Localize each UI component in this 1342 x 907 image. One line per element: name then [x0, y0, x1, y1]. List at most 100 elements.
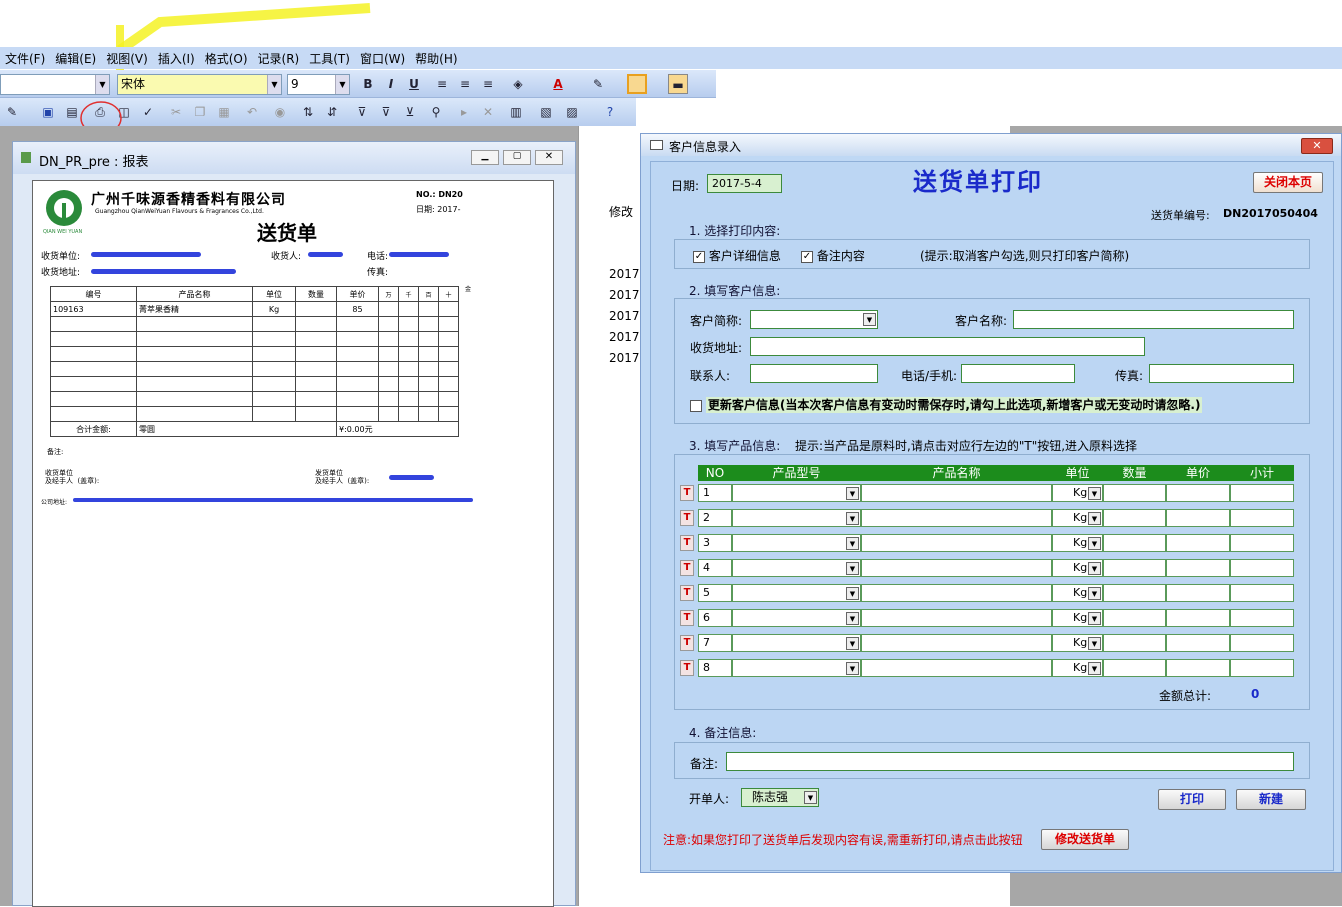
- database-window-icon[interactable]: ▥: [506, 102, 526, 122]
- qty-input[interactable]: [1103, 484, 1166, 502]
- fill-color-icon[interactable]: ◈: [508, 74, 528, 94]
- material-t-button[interactable]: T: [680, 510, 694, 526]
- maximize-button[interactable]: ▢: [503, 150, 531, 165]
- fax-input[interactable]: [1149, 364, 1294, 383]
- price-input[interactable]: [1166, 659, 1230, 677]
- price-input[interactable]: [1166, 559, 1230, 577]
- full-name-input[interactable]: [1013, 310, 1294, 329]
- product-model-combo[interactable]: ▼: [732, 534, 861, 552]
- material-t-button[interactable]: T: [680, 660, 694, 676]
- spellcheck-icon[interactable]: ✓: [138, 102, 158, 122]
- subtotal-cell[interactable]: [1230, 534, 1294, 552]
- price-input[interactable]: [1166, 609, 1230, 627]
- product-name-input[interactable]: [861, 584, 1052, 602]
- modify-button[interactable]: 修改送货单: [1041, 829, 1129, 850]
- save-icon[interactable]: ▣: [38, 102, 58, 122]
- unit-combo[interactable]: Kg ▼: [1052, 634, 1103, 652]
- remark-input[interactable]: [726, 752, 1294, 771]
- close-button[interactable]: ✕: [535, 150, 563, 165]
- product-model-combo[interactable]: ▼: [732, 634, 861, 652]
- product-name-input[interactable]: [861, 559, 1052, 577]
- print-button[interactable]: 打印: [1158, 789, 1226, 810]
- find-icon[interactable]: ⚲: [426, 102, 446, 122]
- list-item[interactable]: 2017-: [609, 309, 644, 323]
- align-right-icon[interactable]: ≡: [478, 74, 498, 94]
- product-model-combo[interactable]: ▼: [732, 584, 861, 602]
- qty-input[interactable]: [1103, 509, 1166, 527]
- line-color-icon[interactable]: ✎: [588, 74, 608, 94]
- subtotal-cell[interactable]: [1230, 484, 1294, 502]
- price-input[interactable]: [1166, 634, 1230, 652]
- subtotal-cell[interactable]: [1230, 509, 1294, 527]
- delete-record-icon[interactable]: ✕: [478, 102, 498, 122]
- paste-icon[interactable]: ▦: [214, 102, 234, 122]
- price-input[interactable]: [1166, 534, 1230, 552]
- product-model-combo[interactable]: ▼: [732, 484, 861, 502]
- design-view-icon[interactable]: ✎: [2, 102, 22, 122]
- menu-item[interactable]: 插入(I): [153, 50, 200, 67]
- help-icon[interactable]: ?: [600, 102, 620, 122]
- qty-input[interactable]: [1103, 584, 1166, 602]
- new-record-icon[interactable]: ▸: [454, 102, 474, 122]
- product-model-combo[interactable]: ▼: [732, 509, 861, 527]
- list-item[interactable]: 2017-: [609, 267, 644, 281]
- material-t-button[interactable]: T: [680, 635, 694, 651]
- subtotal-cell[interactable]: [1230, 634, 1294, 652]
- product-name-input[interactable]: [861, 609, 1052, 627]
- product-name-input[interactable]: [861, 634, 1052, 652]
- font-color-icon[interactable]: A: [548, 74, 568, 94]
- product-model-combo[interactable]: ▼: [732, 609, 861, 627]
- menu-item[interactable]: 格式(O): [200, 50, 253, 67]
- object-combo[interactable]: ▼: [0, 74, 110, 95]
- remark-checkbox[interactable]: ✓ 备注内容: [801, 247, 865, 264]
- unit-combo[interactable]: Kg ▼: [1052, 509, 1103, 527]
- align-left-icon[interactable]: ≡: [432, 74, 452, 94]
- qty-input[interactable]: [1103, 534, 1166, 552]
- qty-input[interactable]: [1103, 634, 1166, 652]
- unit-combo[interactable]: Kg ▼: [1052, 659, 1103, 677]
- minimize-button[interactable]: ▁: [471, 150, 499, 165]
- unit-combo[interactable]: Kg ▼: [1052, 484, 1103, 502]
- detail-checkbox[interactable]: ✓ 客户详细信息: [693, 247, 781, 264]
- undo-icon[interactable]: ↶: [242, 102, 262, 122]
- issuer-combo[interactable]: 陈志强 ▼: [741, 788, 819, 807]
- menu-item[interactable]: 记录(R): [253, 50, 305, 67]
- material-t-button[interactable]: T: [680, 535, 694, 551]
- subtotal-cell[interactable]: [1230, 584, 1294, 602]
- address-input[interactable]: [750, 337, 1145, 356]
- product-name-input[interactable]: [861, 484, 1052, 502]
- italic-button[interactable]: I: [381, 74, 401, 94]
- close-page-button[interactable]: 关闭本页: [1253, 172, 1323, 193]
- bold-button[interactable]: B: [358, 74, 378, 94]
- material-t-button[interactable]: T: [680, 485, 694, 501]
- short-name-combo[interactable]: ▼: [750, 310, 878, 329]
- material-t-button[interactable]: T: [680, 560, 694, 576]
- filter-selection-icon[interactable]: ⊽: [352, 102, 372, 122]
- product-model-combo[interactable]: ▼: [732, 559, 861, 577]
- price-input[interactable]: [1166, 509, 1230, 527]
- menu-item[interactable]: 工具(T): [304, 50, 355, 67]
- qty-input[interactable]: [1103, 659, 1166, 677]
- update-checkbox[interactable]: 更新客户信息(当本次客户信息有变动时需保存时,请勾上此选项,新增客户或无变动时请…: [690, 396, 1203, 413]
- subtotal-cell[interactable]: [1230, 659, 1294, 677]
- align-center-icon[interactable]: ≡: [455, 74, 475, 94]
- material-t-button[interactable]: T: [680, 585, 694, 601]
- font-combo[interactable]: 宋体 ▼: [117, 74, 282, 95]
- menu-item[interactable]: 视图(V): [101, 50, 153, 67]
- list-item[interactable]: 2017-: [609, 330, 644, 344]
- product-name-input[interactable]: [861, 509, 1052, 527]
- phone-input[interactable]: [961, 364, 1075, 383]
- unit-combo[interactable]: Kg ▼: [1052, 534, 1103, 552]
- border-style-icon[interactable]: ▬: [668, 74, 688, 94]
- unit-combo[interactable]: Kg ▼: [1052, 609, 1103, 627]
- product-name-input[interactable]: [861, 659, 1052, 677]
- list-item[interactable]: 2017-: [609, 288, 644, 302]
- copy-icon[interactable]: ❐: [190, 102, 210, 122]
- menu-item[interactable]: 帮助(H): [410, 50, 462, 67]
- new-button[interactable]: 新建: [1236, 789, 1306, 810]
- cut-icon[interactable]: ✂: [166, 102, 186, 122]
- filter-form-icon[interactable]: ⊽: [376, 102, 396, 122]
- product-model-combo[interactable]: ▼: [732, 659, 861, 677]
- qty-input[interactable]: [1103, 609, 1166, 627]
- price-input[interactable]: [1166, 484, 1230, 502]
